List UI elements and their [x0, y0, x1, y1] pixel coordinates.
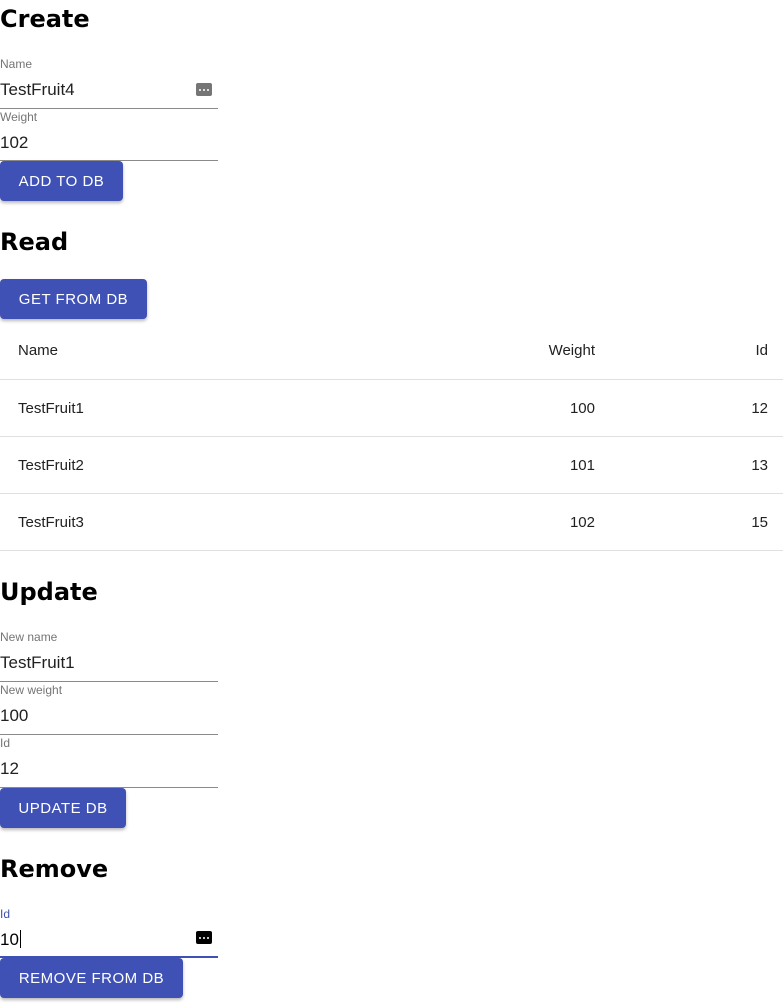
row-weight: 102 [569, 513, 595, 531]
row-id: 12 [751, 399, 768, 417]
update-id-field[interactable]: Id 12 [0, 735, 218, 788]
column-header-name: Name [18, 342, 59, 359]
remove-title: Remove [0, 855, 109, 883]
table-header-row: Name Weight Id [0, 322, 783, 380]
row-name: TestFruit2 [18, 456, 84, 474]
update-db-button[interactable]: Update DB [0, 788, 126, 828]
table-row: TestFruit1 100 12 [0, 380, 783, 437]
create-name-input[interactable]: TestFruit4 [0, 80, 75, 100]
create-name-field[interactable]: Name TestFruit4 [0, 55, 218, 109]
row-id: 15 [751, 513, 768, 531]
password-manager-icon[interactable] [196, 83, 212, 96]
get-from-db-button[interactable]: Get from DB [0, 279, 147, 319]
create-weight-label: Weight [0, 110, 38, 124]
remove-id-input[interactable]: 10 [0, 930, 19, 949]
update-title: Update [0, 578, 98, 606]
update-name-field[interactable]: New name TestFruit1 [0, 628, 218, 682]
column-header-weight: Weight [548, 342, 595, 359]
row-id: 13 [751, 456, 768, 474]
text-caret [19, 930, 21, 948]
create-weight-input[interactable]: 102 [0, 133, 28, 153]
fruit-table: Name Weight Id TestFruit1 100 12 TestFru… [0, 322, 783, 551]
add-to-db-button[interactable]: Add to DB [0, 161, 123, 201]
update-id-label: Id [0, 736, 11, 750]
update-name-input[interactable]: TestFruit1 [0, 653, 75, 673]
create-title: Create [0, 5, 90, 33]
update-weight-field[interactable]: New weight 100 [0, 682, 218, 735]
table-row: TestFruit3 102 15 [0, 494, 783, 551]
remove-id-field[interactable]: Id 10 [0, 905, 218, 958]
row-name: TestFruit1 [18, 399, 84, 417]
column-header-id: Id [755, 342, 768, 359]
row-weight: 100 [569, 399, 595, 417]
create-name-label: Name [0, 57, 33, 71]
update-id-input[interactable]: 12 [0, 759, 19, 779]
remove-id-label: Id [0, 907, 11, 921]
read-title: Read [0, 228, 69, 256]
update-weight-input[interactable]: 100 [0, 706, 28, 726]
password-manager-icon[interactable] [196, 931, 212, 944]
update-weight-label: New weight [0, 683, 63, 697]
create-weight-field[interactable]: Weight 102 [0, 109, 218, 161]
table-row: TestFruit2 101 13 [0, 437, 783, 494]
row-name: TestFruit3 [18, 513, 84, 531]
remove-from-db-button[interactable]: Remove from DB [0, 958, 183, 998]
remove-id-input-wrap[interactable]: 10 [0, 930, 21, 950]
update-name-label: New name [0, 630, 58, 644]
row-weight: 101 [569, 456, 595, 474]
